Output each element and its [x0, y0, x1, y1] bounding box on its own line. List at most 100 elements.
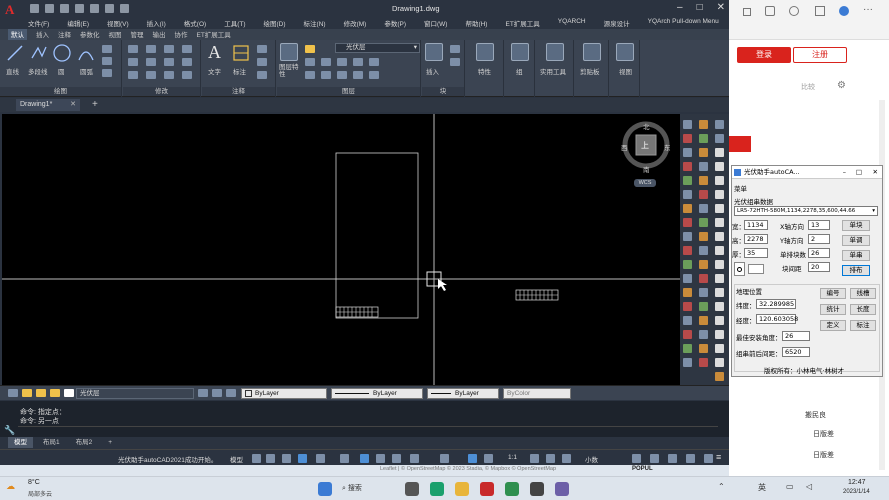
make-current-icon[interactable] [198, 389, 208, 397]
annotation-visibility-icon[interactable] [468, 454, 477, 463]
x-direction-field[interactable]: 13 [808, 220, 830, 230]
insert-block-icon[interactable] [425, 43, 443, 61]
plotstyle-select[interactable]: ByColor [503, 388, 571, 399]
minimize-browser-icon[interactable] [743, 8, 751, 16]
wrench-icon[interactable]: 🔧 [4, 425, 15, 436]
toolbar-icon[interactable] [699, 302, 708, 311]
lineweight-select[interactable]: ByLayer [427, 388, 499, 399]
y-direction-field[interactable]: 2 [808, 234, 830, 244]
open-file-icon[interactable] [45, 4, 54, 13]
toolbar-icon[interactable] [699, 204, 708, 213]
toolbar-icon[interactable] [715, 190, 724, 199]
module-dropdown[interactable]: LR5-72HTH-580M,1134,2278,35,600,44.66 ▾ [734, 206, 878, 216]
menu-modify[interactable]: 修改(M) [344, 18, 367, 29]
selection-cycling-icon[interactable] [410, 454, 419, 463]
cable-tray-button[interactable]: 线槽 [850, 288, 876, 299]
layer-previous-icon[interactable] [305, 71, 315, 79]
layer-on-icon[interactable] [22, 389, 32, 397]
block-gap-field[interactable]: 20 [808, 262, 830, 272]
layer-delete-icon[interactable] [353, 71, 363, 79]
menu-file[interactable]: 文件(F) [28, 18, 49, 29]
explode-icon[interactable] [182, 58, 192, 66]
utilities-icon[interactable] [546, 43, 564, 61]
ribbon-group-modify-label[interactable]: 修改 [123, 87, 200, 96]
more-menu-icon[interactable]: ··· [863, 4, 873, 15]
app-icon[interactable] [555, 482, 569, 496]
toolbar-icon[interactable] [715, 316, 724, 325]
toolbar-icon[interactable] [683, 246, 692, 255]
properties-label[interactable]: 特性 [478, 66, 491, 76]
hatch-tool-icon[interactable] [102, 57, 112, 65]
toolbar-icon[interactable] [699, 358, 708, 367]
layer-thaw-icon[interactable] [36, 389, 46, 397]
layer-isolate-icon[interactable] [353, 58, 363, 66]
pv-array-small-right[interactable] [515, 289, 559, 301]
view-icon[interactable] [616, 43, 634, 61]
close-tab-icon[interactable]: ✕ [70, 99, 76, 111]
scale-icon[interactable] [146, 71, 156, 79]
mirror-icon[interactable] [146, 58, 156, 66]
toolbar-icon[interactable] [715, 134, 724, 143]
trim-icon[interactable] [164, 45, 174, 53]
undo-icon[interactable] [105, 4, 114, 13]
plugin-menu[interactable]: 菜单 [734, 183, 747, 193]
tab-manage[interactable]: 管理 [131, 29, 144, 40]
toolbar-icon[interactable] [683, 288, 692, 297]
3d-osnap-icon[interactable] [440, 454, 449, 463]
arc-tool-icon[interactable] [77, 44, 95, 62]
height-field[interactable]: 2278 [744, 234, 768, 244]
tab-et-tools[interactable]: ET扩展工具 [197, 29, 231, 40]
pv-array-small-left[interactable] [335, 306, 379, 318]
thickness-field[interactable]: 35 [744, 248, 768, 258]
auto-scale-icon[interactable] [484, 454, 493, 463]
toolbar-icon[interactable] [683, 316, 692, 325]
toolbar-icon[interactable] [683, 176, 692, 185]
weather-icon[interactable]: ☁ [6, 481, 15, 492]
print-icon[interactable] [90, 4, 99, 13]
line-tool-icon[interactable] [6, 44, 24, 62]
task-view-icon[interactable] [405, 482, 419, 496]
ribbon-group-block-label[interactable]: 块 [422, 87, 464, 96]
toolbar-icon[interactable] [699, 148, 708, 157]
toolbar-icon[interactable] [699, 246, 708, 255]
toolbar-icon[interactable] [699, 134, 708, 143]
layout-array-button[interactable]: 排布 [842, 265, 870, 276]
toolbar-icon[interactable] [699, 330, 708, 339]
erase-icon[interactable] [182, 45, 192, 53]
toolbar-icon[interactable] [683, 274, 692, 283]
toolbar-icon[interactable] [683, 134, 692, 143]
toolbar-icon[interactable] [683, 162, 692, 171]
app-icon[interactable] [530, 482, 544, 496]
dimension-tool-icon[interactable] [232, 44, 250, 62]
menu-tools[interactable]: 工具(T) [224, 18, 245, 29]
layer-bulb-icon[interactable] [305, 45, 315, 53]
ribbon-group-annotation-label[interactable]: 注释 [202, 87, 275, 96]
menu-insert[interactable]: 插入(I) [147, 18, 166, 29]
file-tab-drawing1[interactable]: Drawing1* ✕ [16, 99, 80, 111]
annotation-scale[interactable]: 1:1 [508, 454, 517, 461]
red-banner[interactable] [729, 136, 751, 152]
browser-item-2[interactable]: 日版差 [813, 429, 834, 439]
toolbar-icon[interactable] [715, 120, 724, 129]
toolbar-icon[interactable] [683, 330, 692, 339]
weather-desc[interactable]: 局部多云 [28, 489, 52, 498]
spacing-field[interactable]: 6520 [782, 347, 810, 357]
clock-date[interactable]: 2023/1/14 [843, 489, 870, 495]
tab-layout2[interactable]: 布局2 [70, 437, 99, 448]
stretch-icon[interactable] [128, 71, 138, 79]
layer-state-icon[interactable] [369, 71, 379, 79]
viewcube-east[interactable]: 东 [664, 142, 671, 152]
gear-icon[interactable] [530, 454, 539, 463]
pv-module-outline[interactable] [335, 152, 419, 319]
lock-ui-icon[interactable] [650, 454, 659, 463]
network-icon[interactable]: ▭ [786, 482, 794, 491]
units-select[interactable]: 小数 [585, 454, 598, 464]
osnap-icon[interactable] [360, 454, 369, 463]
fullscreen-icon[interactable] [704, 454, 713, 463]
toolbar-icon[interactable] [683, 190, 692, 199]
toolbar-icon[interactable] [699, 260, 708, 269]
layer-match-icon[interactable] [369, 58, 379, 66]
layer-merge-icon[interactable] [337, 71, 347, 79]
toolbar-icon[interactable] [699, 218, 708, 227]
browser-item-3[interactable]: 日版差 [813, 450, 834, 460]
